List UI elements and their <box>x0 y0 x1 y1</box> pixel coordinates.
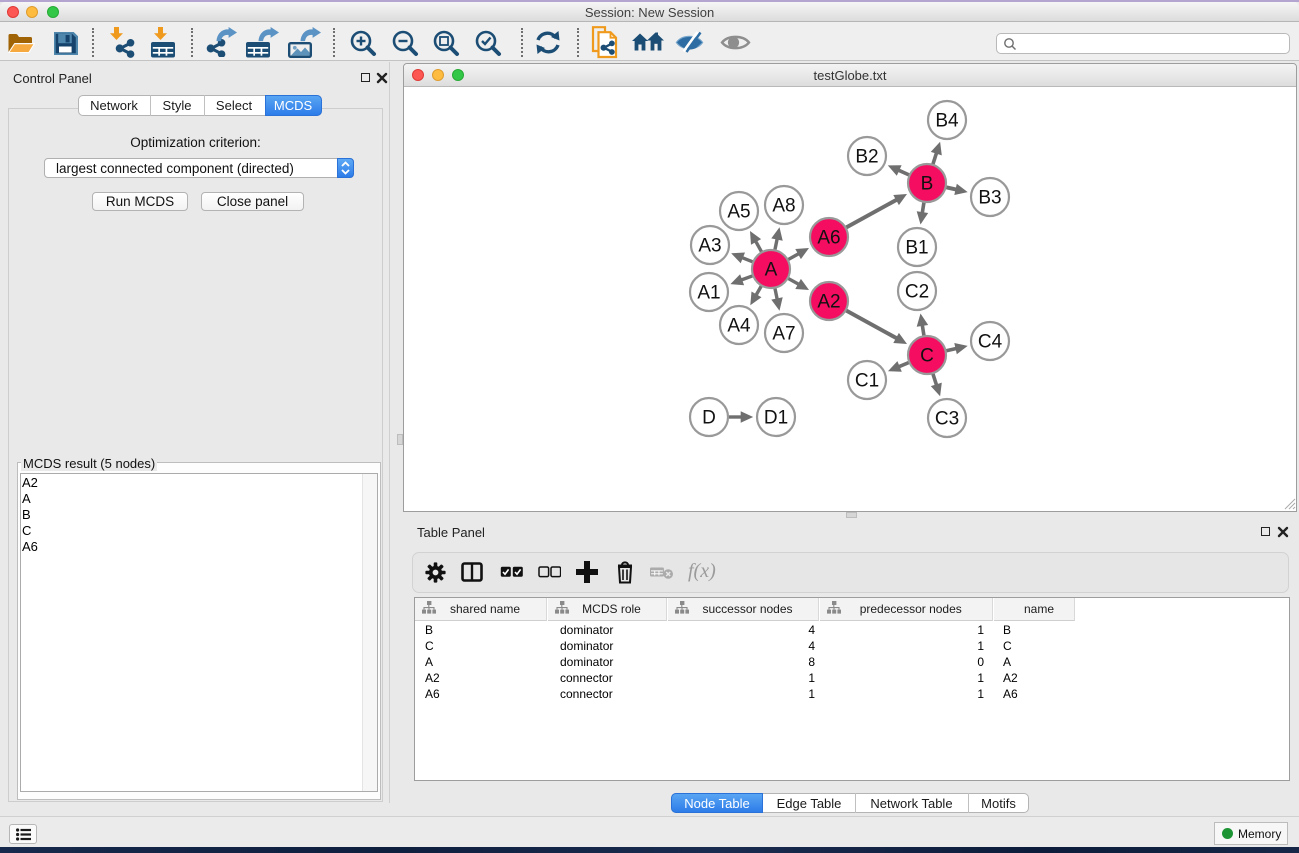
svg-text:A: A <box>765 260 778 281</box>
svg-text:A7: A7 <box>772 324 795 345</box>
svg-text:D: D <box>702 408 716 429</box>
svg-text:A3: A3 <box>698 236 721 257</box>
svg-text:C4: C4 <box>978 332 1003 353</box>
svg-text:A6: A6 <box>817 228 840 249</box>
svg-text:B4: B4 <box>935 111 959 132</box>
svg-text:C1: C1 <box>855 371 879 392</box>
svg-text:A1: A1 <box>697 283 720 304</box>
svg-text:B1: B1 <box>905 238 928 259</box>
svg-text:D1: D1 <box>764 408 788 429</box>
svg-text:C2: C2 <box>905 282 929 303</box>
svg-text:B: B <box>921 174 934 195</box>
svg-text:A4: A4 <box>727 316 751 337</box>
svg-text:A5: A5 <box>727 202 750 223</box>
svg-text:C: C <box>920 346 934 367</box>
svg-text:C3: C3 <box>935 409 959 430</box>
svg-text:A8: A8 <box>772 196 795 217</box>
svg-text:A2: A2 <box>817 292 840 313</box>
svg-text:B3: B3 <box>978 188 1001 209</box>
svg-text:B2: B2 <box>855 147 878 168</box>
